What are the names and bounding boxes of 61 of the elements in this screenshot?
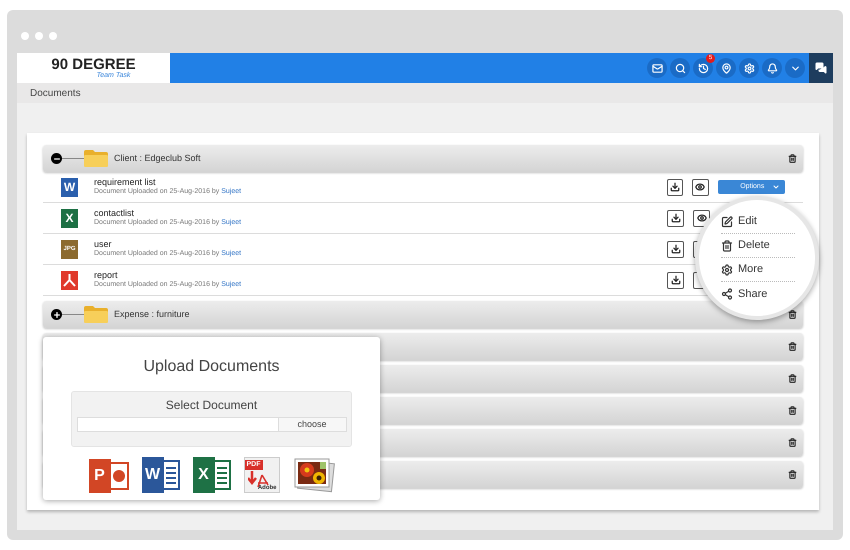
trash-icon [788,310,797,319]
word-file-icon: W [61,178,78,196]
folder-icon [84,150,108,167]
folder-label: Client : Edgeclub Soft [114,152,201,165]
trash-icon [788,154,797,163]
download-button[interactable] [667,272,684,288]
download-button[interactable] [667,240,684,258]
toggle-icon[interactable] [51,153,62,164]
share-icon [721,288,733,300]
trash-icon [788,374,797,383]
chat-icon [815,62,827,74]
download-icon [670,182,680,192]
settings-icon [721,264,733,276]
view-button[interactable] [692,178,709,196]
search-icon [674,62,686,74]
history-icon [698,62,708,74]
eye-icon [696,213,706,223]
edit-icon [721,216,733,228]
download-button[interactable] [667,178,684,196]
trash-icon [788,406,797,415]
folder-label: Expense : furniture [114,308,190,321]
header-icon-button[interactable] [670,58,690,78]
pin-icon [720,62,732,74]
menu-item[interactable]: Share [721,282,795,306]
bell-icon [766,62,778,74]
pdf-file-icon [61,270,78,290]
header-icon-button[interactable] [785,58,805,78]
toggle-icon[interactable] [51,309,62,320]
breadcrumb: Documents [30,86,81,100]
file-name: user [94,240,113,249]
trash-icon [788,438,797,447]
file-name: requirement list [94,178,157,187]
header-icon-button[interactable] [716,58,736,78]
mail-icon [652,62,662,74]
chat-button[interactable] [809,53,833,83]
photo-stack-icon [292,457,334,493]
download-button[interactable] [667,210,684,226]
trash-icon [788,342,797,351]
eye-icon [695,182,706,192]
trash-icon [721,240,733,252]
menu-item[interactable]: More [721,258,795,282]
select-label: Select Document [166,397,258,414]
excel-file-icon: X [61,208,78,228]
download-icon [670,275,680,285]
dialog-title: Upload Documents [143,357,280,377]
file-name: contactlist [94,209,136,218]
download-icon [670,213,680,223]
menu-item[interactable]: Edit [721,210,795,234]
header-icon-button[interactable] [762,58,782,78]
download-icon [670,244,680,254]
folder-icon [84,306,108,323]
header-icon-button[interactable] [739,58,759,78]
caret-icon [772,183,780,191]
trash-icon [788,470,797,479]
menu-item[interactable]: Delete [721,234,795,258]
file-input[interactable]: choose [76,417,346,432]
view-button[interactable] [693,210,710,226]
file-name: report [94,271,119,280]
header-icon-button[interactable] [647,58,667,78]
choose-button[interactable]: choose [278,418,346,431]
settings-icon [744,62,754,74]
